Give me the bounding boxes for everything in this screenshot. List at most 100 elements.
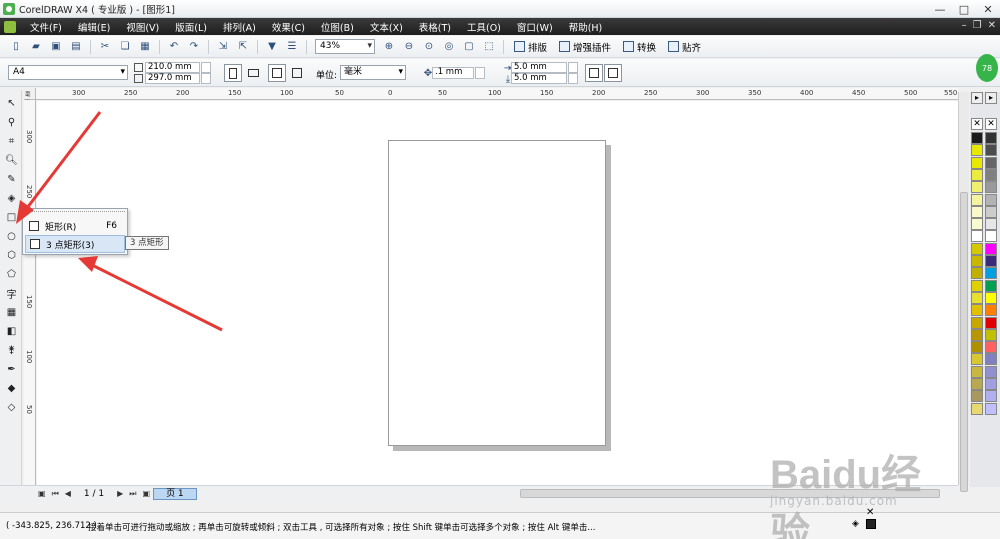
color-swatch[interactable] <box>985 365 997 378</box>
unit-select[interactable]: 毫米 <box>340 65 406 80</box>
import-icon[interactable]: ⇲ <box>216 40 230 54</box>
menu-window[interactable]: 窗口(W) <box>509 20 561 34</box>
first-page-icon[interactable]: ⏮ <box>52 489 59 499</box>
treat-as-filled-button[interactable] <box>604 64 622 82</box>
nudge-field[interactable]: .1 mm <box>432 67 474 79</box>
fill-tool-icon[interactable]: ◆ <box>4 381 19 396</box>
color-swatch[interactable] <box>971 132 983 144</box>
color-swatch[interactable] <box>985 378 997 390</box>
prev-page-icon[interactable]: ◀ <box>65 489 71 498</box>
color-swatch[interactable] <box>985 279 997 292</box>
no-outline-swatch[interactable]: ✕ <box>985 118 997 130</box>
color-swatch[interactable] <box>985 132 997 144</box>
doc-close-icon[interactable]: ✕ <box>988 20 996 31</box>
cut-icon[interactable]: ✂ <box>98 40 112 54</box>
dup-x-spinner[interactable] <box>568 62 578 73</box>
smart-fill-tool-icon[interactable]: ◈ <box>4 191 19 206</box>
portrait-button[interactable] <box>224 64 242 82</box>
new-icon[interactable]: ▯ <box>9 40 23 54</box>
copy-icon[interactable]: ❏ <box>118 40 132 54</box>
menu-bitmaps[interactable]: 位图(B) <box>313 20 362 34</box>
menu-effects[interactable]: 效果(C) <box>264 20 313 34</box>
color-swatch[interactable] <box>985 390 997 403</box>
duplicate-y-field[interactable]: 5.0 mm <box>511 73 567 84</box>
color-swatch[interactable] <box>985 181 997 194</box>
vertical-scroll-thumb[interactable] <box>960 192 968 492</box>
color-swatch[interactable] <box>971 193 983 206</box>
zoom-all-icon[interactable]: ◎ <box>442 40 456 54</box>
drawing-units-button[interactable] <box>585 64 603 82</box>
menu-help[interactable]: 帮助(H) <box>561 20 611 34</box>
application-launcher-icon[interactable]: ▼ <box>265 40 279 54</box>
maximize-button[interactable]: □ <box>952 0 976 18</box>
color-swatch[interactable] <box>985 168 997 181</box>
welcome-screen-icon[interactable]: ☰ <box>285 40 299 54</box>
outline-tool-icon[interactable]: ✒ <box>4 362 19 377</box>
color-swatch[interactable] <box>971 279 983 292</box>
color-swatch[interactable] <box>971 144 983 157</box>
color-swatch[interactable] <box>985 304 997 317</box>
current-page-button[interactable] <box>288 64 306 82</box>
width-spinner[interactable] <box>201 62 211 73</box>
color-swatch[interactable] <box>971 390 983 403</box>
dup-y-spinner[interactable] <box>568 73 578 84</box>
vertical-scrollbar[interactable] <box>958 92 969 492</box>
menu-text[interactable]: 文本(X) <box>362 20 411 34</box>
color-swatch[interactable] <box>971 218 983 231</box>
color-swatch[interactable] <box>985 156 997 169</box>
color-swatch[interactable] <box>985 255 997 267</box>
zoom-selected-icon[interactable]: ⊙ <box>422 40 436 54</box>
color-swatch[interactable] <box>985 291 997 304</box>
color-swatch[interactable] <box>971 181 983 194</box>
save-icon[interactable]: ▣ <box>49 40 63 54</box>
color-swatch[interactable] <box>971 255 983 267</box>
convert-button[interactable]: 转换 <box>623 40 656 54</box>
zoom-page-icon[interactable]: ▢ <box>462 40 476 54</box>
close-button[interactable]: ✕ <box>976 0 1000 18</box>
color-swatch[interactable] <box>971 353 983 366</box>
palette-scroll-up-button[interactable]: ▸ <box>971 92 983 104</box>
color-swatch[interactable] <box>971 242 983 255</box>
color-swatch[interactable] <box>985 205 997 218</box>
menu-edit[interactable]: 编辑(E) <box>70 20 118 34</box>
snap-button[interactable]: 贴齐 <box>668 40 701 54</box>
color-swatch[interactable] <box>985 267 997 280</box>
color-swatch[interactable] <box>985 193 997 206</box>
interactive-blend-tool-icon[interactable]: ◧ <box>4 324 19 339</box>
vertical-ruler[interactable]: 300 250 200 150 100 50 <box>24 100 36 485</box>
height-spinner[interactable] <box>201 73 211 84</box>
color-swatch[interactable] <box>985 218 997 231</box>
page-size-select[interactable]: A4 <box>8 65 128 80</box>
zoom-level-select[interactable]: 43% <box>315 39 375 54</box>
flyout-grip[interactable] <box>25 211 125 214</box>
minimize-button[interactable]: — <box>928 0 952 18</box>
flyout-rectangle-item[interactable]: 矩形(R) F6 <box>25 217 125 235</box>
freehand-tool-icon[interactable]: ✎ <box>4 172 19 187</box>
interactive-fill-tool-icon[interactable]: ◇ <box>4 400 19 415</box>
zoom-tool-icon[interactable]: 🔍︎ <box>4 153 19 168</box>
color-swatch[interactable] <box>971 341 983 354</box>
next-page-icon[interactable]: ▶ <box>117 489 123 498</box>
print-icon[interactable]: ▤ <box>69 40 83 54</box>
color-swatch[interactable] <box>971 156 983 169</box>
menu-file[interactable]: 文件(F) <box>22 20 70 34</box>
crop-tool-icon[interactable]: ⌗ <box>4 134 19 149</box>
color-swatch[interactable] <box>985 230 997 243</box>
horizontal-ruler[interactable]: 300 250 200 150 100 50 0 50 100 150 200 … <box>36 88 958 100</box>
page-tab-1[interactable]: 页 1 <box>153 487 197 500</box>
color-swatch[interactable] <box>985 353 997 366</box>
undo-icon[interactable]: ↶ <box>167 40 181 54</box>
document-page[interactable] <box>388 140 606 446</box>
plugin-button[interactable]: 增强插件 <box>559 40 611 54</box>
doc-restore-icon[interactable]: ❐ <box>973 20 982 31</box>
color-swatch[interactable] <box>985 144 997 157</box>
menu-table[interactable]: 表格(T) <box>411 20 459 34</box>
palette-flyout-button[interactable]: ▸ <box>985 92 997 104</box>
pick-tool-icon[interactable]: ↖ <box>4 96 19 111</box>
color-swatch[interactable] <box>971 365 983 378</box>
redo-icon[interactable]: ↷ <box>187 40 201 54</box>
color-swatch[interactable] <box>971 402 983 415</box>
landscape-button[interactable] <box>244 64 262 82</box>
menu-tools[interactable]: 工具(O) <box>459 20 509 34</box>
color-swatch[interactable] <box>985 328 997 341</box>
